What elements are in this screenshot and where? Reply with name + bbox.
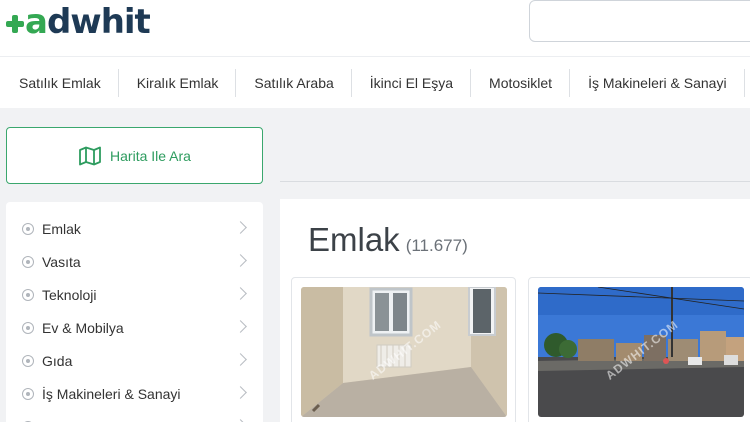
category-sidebar: Emlak Vasıta Teknoloji Ev & Mobilya Gıda…	[6, 202, 263, 422]
listing-image[interactable]: ADWHIT.COM	[538, 287, 744, 417]
location-icon	[22, 255, 34, 268]
nav-item-is-makineleri[interactable]: İş Makineleri & Sanayi	[570, 68, 745, 97]
category-nav: Satılık Emlak Kiralık Emlak Satılık Arab…	[0, 56, 750, 108]
sidebar-item-teknoloji[interactable]: Teknoloji	[6, 278, 263, 311]
chevron-right-icon	[234, 386, 247, 399]
map-search-label: Harita Ile Ara	[110, 147, 191, 164]
category-title: Emlak	[308, 221, 400, 258]
chevron-right-icon	[234, 254, 247, 267]
nav-item-motosiklet[interactable]: Motosiklet	[471, 68, 571, 97]
sidebar-item-label: Ev & Mobilya	[42, 319, 124, 336]
map-icon	[79, 146, 101, 165]
chevron-right-icon	[234, 353, 247, 366]
listing-image[interactable]: ADWHIT.COM	[301, 287, 507, 417]
location-icon	[22, 321, 34, 334]
site-logo[interactable]: adwhit	[6, 2, 151, 42]
nav-item-kiralik-emlak[interactable]: Kiralık Emlak	[119, 68, 237, 97]
chevron-right-icon	[234, 320, 247, 333]
top-bar: adwhit	[0, 0, 750, 56]
listing-count: (11.677)	[405, 236, 468, 255]
map-search-button[interactable]: Harita Ile Ara	[6, 127, 263, 184]
divider	[280, 181, 750, 182]
sidebar-item-partial[interactable]	[6, 410, 263, 422]
sidebar-item-label: Vasıta	[42, 253, 81, 270]
chevron-right-icon	[234, 287, 247, 300]
location-icon	[22, 387, 34, 400]
listing-card[interactable]: ADWHIT.COM	[528, 277, 750, 422]
sidebar-item-label: Emlak	[42, 220, 81, 237]
sidebar-item-label: İş Makineleri & Sanayi	[42, 385, 181, 402]
chevron-right-icon	[234, 221, 247, 234]
listing-panel: Emlak (11.677) ADWHIT.COM ADWHIT.COM	[280, 199, 750, 422]
logo-text: adwhit	[25, 2, 151, 42]
search-input[interactable]	[529, 0, 750, 42]
sidebar-item-gida[interactable]: Gıda	[6, 344, 263, 377]
sidebar-item-label: Gıda	[42, 352, 73, 369]
sidebar-item-emlak[interactable]: Emlak	[6, 212, 263, 245]
nav-item-ikinci-el-esya[interactable]: İkinci El Eşya	[352, 68, 472, 97]
location-icon	[22, 288, 34, 301]
page-title: Emlak (11.677)	[308, 221, 468, 259]
location-icon	[22, 222, 34, 235]
sidebar-item-ev-mobilya[interactable]: Ev & Mobilya	[6, 311, 263, 344]
sidebar-item-is-makineleri[interactable]: İş Makineleri & Sanayi	[6, 377, 263, 410]
listing-card[interactable]: ADWHIT.COM	[291, 277, 516, 422]
sidebar-item-vasita[interactable]: Vasıta	[6, 245, 263, 278]
nav-item-satilik-emlak[interactable]: Satılık Emlak	[0, 68, 119, 97]
sidebar-item-label: Teknoloji	[42, 286, 97, 303]
nav-item-satilik-araba[interactable]: Satılık Araba	[236, 68, 352, 97]
plus-icon	[6, 15, 24, 33]
location-icon	[22, 354, 34, 367]
